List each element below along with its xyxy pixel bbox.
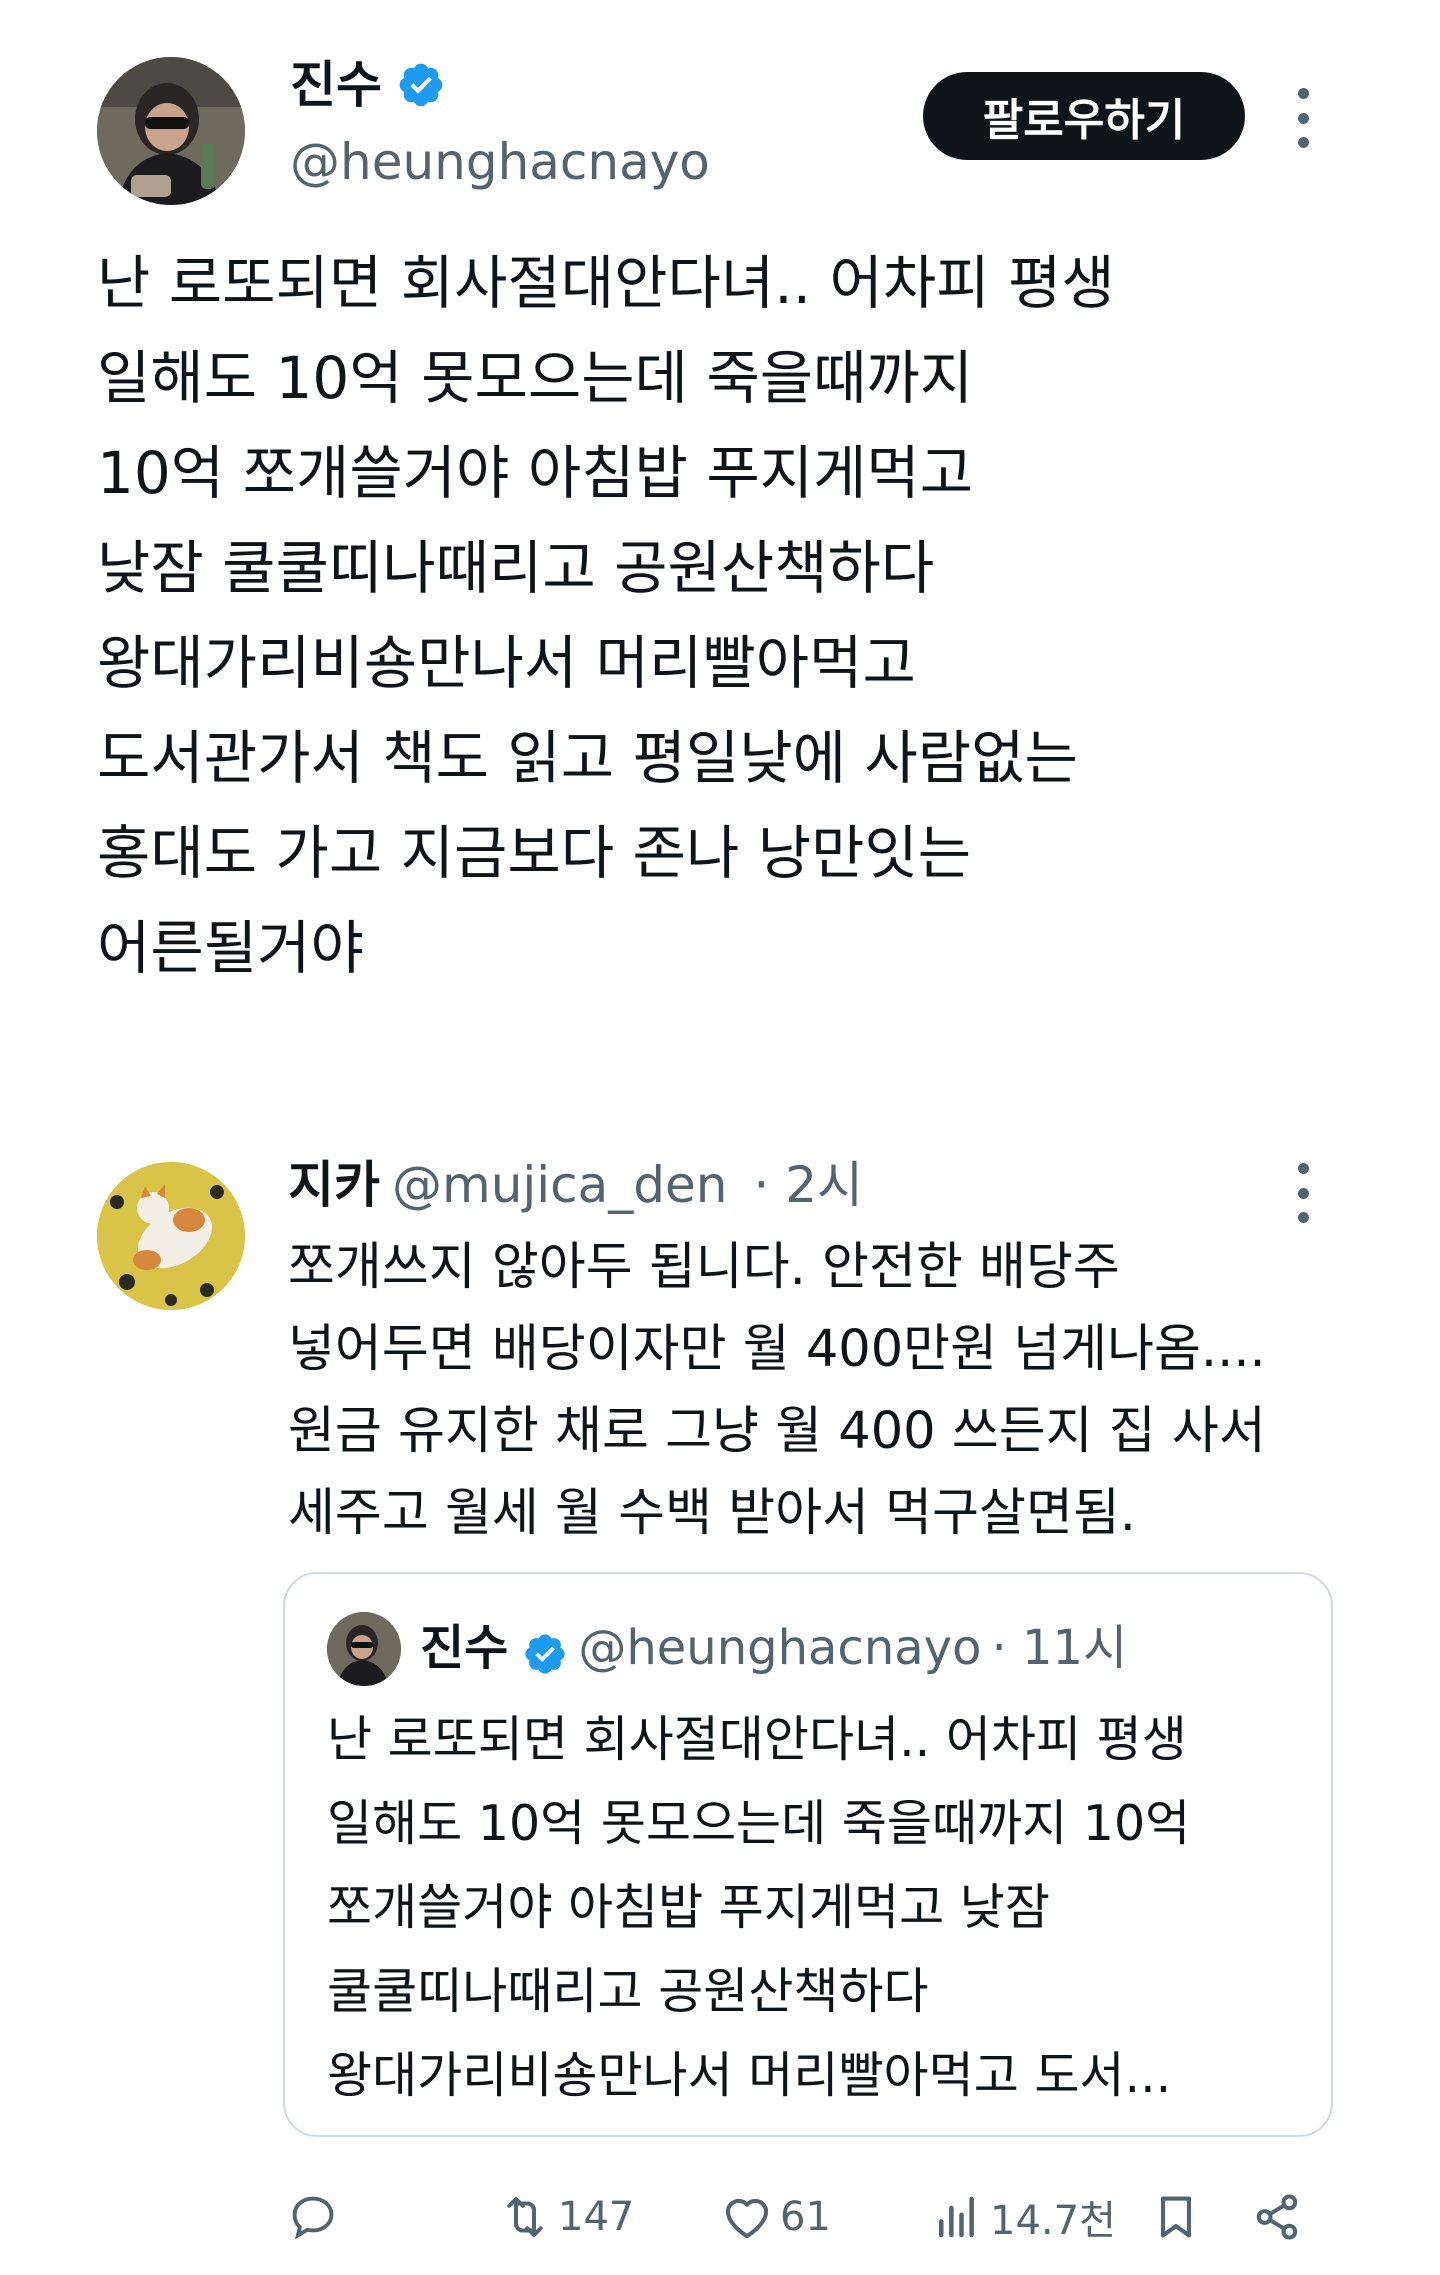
author-handle[interactable]: @heunghacnayo	[290, 130, 710, 194]
bar-chart-icon	[939, 2196, 974, 2238]
author-name-row[interactable]: 진수	[290, 52, 446, 118]
retweet-icon	[507, 2196, 543, 2238]
author-avatar[interactable]	[97, 57, 245, 205]
reply-more-options-icon[interactable]	[1296, 1163, 1310, 1223]
speech-bubble-icon	[292, 2196, 334, 2240]
quoted-header: 진수 @heunghacnayo · 11시	[420, 1612, 1127, 1684]
tweet-text: 난 로또되면 회사절대안다녀.. 어차피 평생 일해도 10억 못모으는데 죽을…	[97, 249, 1115, 982]
share-button[interactable]	[1250, 2182, 1304, 2252]
share-icon	[1256, 2194, 1298, 2240]
reply-header: 지카 @mujica_den · 2시	[288, 1150, 863, 1220]
like-count: 61	[780, 2194, 831, 2240]
quoted-text: 난 로또되면 회사절대안다녀.. 어차피 평생 일해도 10억 못모으는데 죽을…	[327, 1711, 1191, 2104]
retweet-button[interactable]: 147	[498, 2182, 634, 2252]
verified-badge-icon	[396, 60, 446, 110]
views-count: 14.7천	[990, 2198, 1116, 2244]
reply-author-name[interactable]: 지카	[288, 1156, 380, 1214]
more-options-icon[interactable]	[1296, 88, 1310, 148]
heart-icon	[725, 2198, 769, 2239]
bookmark-button[interactable]	[1150, 2182, 1202, 2252]
like-button[interactable]: 61	[720, 2182, 831, 2252]
reply-author-avatar[interactable]	[97, 1162, 245, 1310]
reply-text: 쪼개쓰지 않아두 됩니다. 안전한 배당주 넣어두면 배당이자만 월 400만원…	[288, 1238, 1266, 1543]
quoted-author-name: 진수	[420, 1620, 509, 1676]
quoted-author-handle: @heunghacnayo	[578, 1620, 982, 1676]
quoted-author-avatar	[327, 1612, 401, 1686]
reply-author-handle[interactable]: @mujica_den	[392, 1156, 728, 1214]
bookmark-icon	[1160, 2196, 1192, 2238]
follow-button[interactable]: 팔로우하기	[923, 72, 1245, 160]
reply-timestamp[interactable]: · 2시	[753, 1156, 863, 1214]
reply-button[interactable]	[287, 2182, 339, 2252]
quoted-timestamp: · 11시	[991, 1620, 1128, 1676]
author-name[interactable]: 진수	[290, 52, 382, 118]
views-button[interactable]: 14.7천	[930, 2182, 1116, 2252]
quoted-verified-badge-icon	[522, 1625, 568, 1674]
retweet-count: 147	[558, 2194, 635, 2240]
